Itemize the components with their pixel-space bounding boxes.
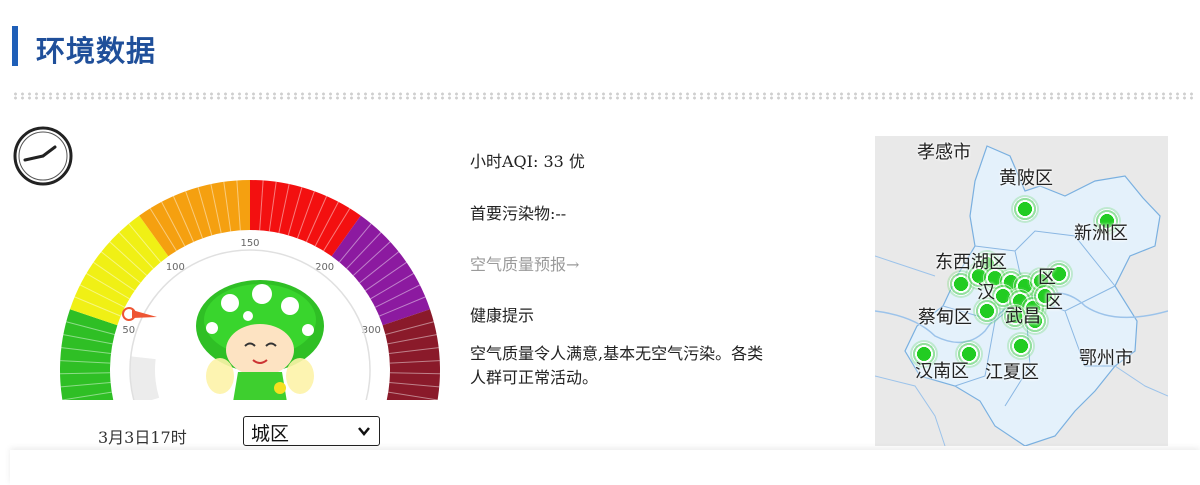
health-tip-title: 健康提示: [470, 306, 535, 325]
gauge-tick-label: 50: [122, 325, 135, 336]
forecast-time-label: 3月3日17时: [98, 428, 187, 447]
gauge-needle: [122, 307, 157, 321]
map-label-jiangxia: 江夏区: [985, 362, 1039, 383]
hour-aqi-text: 小时AQI: 33 优: [470, 152, 585, 171]
district-select-value: 城区: [251, 423, 290, 445]
map-label-xinzhou: 新洲区: [1074, 223, 1128, 244]
primary-pollutant-text: 首要污染物:--: [470, 204, 567, 223]
forecast-link[interactable]: 空气质量预报→: [470, 251, 579, 275]
lower-panel: [10, 450, 1200, 485]
district-select[interactable]: 城区: [243, 416, 380, 446]
map-label-qu-1: 区: [1038, 267, 1056, 288]
map-label-hanyang: 汉: [977, 282, 995, 303]
health-tip-line-1: 空气质量令人满意,基本无空气污染。各类: [470, 344, 764, 363]
map-label-wuchang: 武昌: [1005, 306, 1041, 327]
aqi-gauge: 050100150200300500: [60, 180, 440, 400]
map-label-dongxihu: 东西湖区: [935, 252, 1007, 273]
map-label-ezhou: 鄂州市: [1079, 348, 1133, 369]
station-map[interactable]: 孝感市 黄陂区 新洲区 东西湖区 区 区 汉 武昌 蔡甸区 汉南区 江夏区 鄂州…: [875, 136, 1168, 446]
map-label-huangpi: 黄陂区: [999, 168, 1053, 189]
map-label-caidian: 蔡甸区: [918, 307, 972, 328]
title-accent-bar: [12, 26, 18, 66]
station-marker[interactable]: [1011, 195, 1039, 223]
map-label-hannan: 汉南区: [915, 361, 969, 382]
mascot-image: [196, 280, 324, 400]
gauge-inner-arc: [130, 356, 160, 400]
dotted-divider: [12, 92, 1197, 100]
map-label-xiaogan: 孝感市: [917, 142, 971, 163]
gauge-tick-label: 150: [240, 238, 259, 249]
chevron-down-icon: [358, 427, 370, 436]
page-title: 环境数据: [36, 34, 157, 68]
station-marker[interactable]: [1007, 332, 1035, 360]
map-label-qu-2: 区: [1045, 292, 1063, 313]
health-tip-line-2: 人群可正常活动。: [470, 368, 599, 387]
